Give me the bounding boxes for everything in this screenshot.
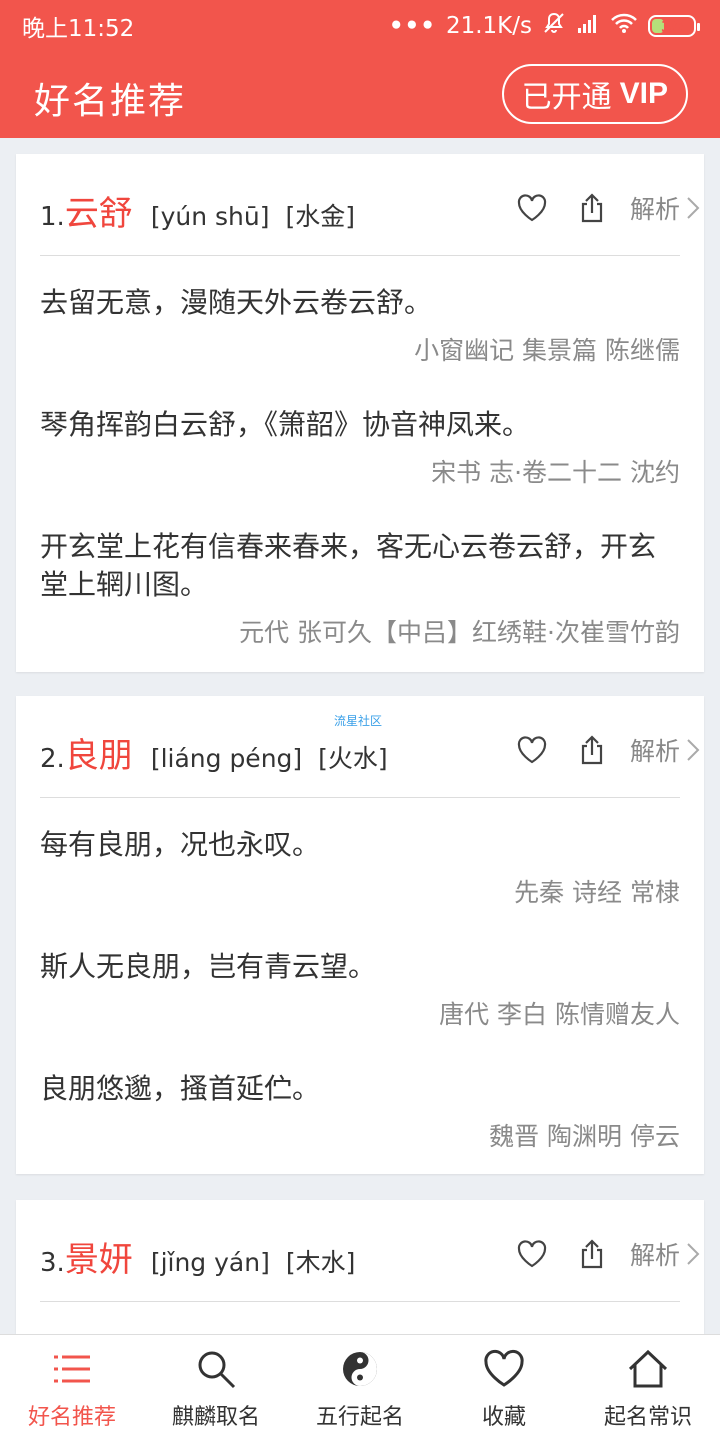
quote-line: 斯人无良朋，岂有青云望。 xyxy=(40,950,377,983)
card-actions: 解析 xyxy=(502,188,704,228)
card-actions: 解析 xyxy=(502,730,704,770)
analysis-link[interactable]: 解析 xyxy=(630,1236,700,1272)
network-speed: 21.1K/s xyxy=(445,13,532,39)
favorite-heart-icon[interactable] xyxy=(502,1234,562,1274)
name-title: 3. 景妍 [jǐng yán] [木水] xyxy=(40,1232,355,1281)
chevron-right-icon xyxy=(687,197,700,219)
wifi-icon xyxy=(610,12,638,40)
chevron-right-icon xyxy=(687,1243,700,1265)
name-index: 3. xyxy=(40,1248,65,1278)
nav-item-wuxing[interactable]: 五行起名 xyxy=(288,1335,432,1440)
nav-item-qilin[interactable]: 麒麟取名 xyxy=(144,1335,288,1440)
card-header: 3. 景妍 [jǐng yán] [木水] 解析 xyxy=(16,1200,704,1302)
more-dots: ••• xyxy=(388,13,436,39)
divider xyxy=(40,1301,680,1302)
name-index: 1. xyxy=(40,202,65,232)
share-icon[interactable] xyxy=(562,188,622,228)
name-card: 流星社区 2. 良朋 [liáng péng] [火水] 解析 每有良朋，况也永… xyxy=(16,696,704,1174)
vip-button[interactable]: 已开通 VIP xyxy=(501,64,688,124)
share-icon[interactable] xyxy=(562,730,622,770)
name-index: 2. xyxy=(40,744,65,774)
battery-icon: 30 xyxy=(648,15,700,37)
name-card: 1. 云舒 [yún shū] [水金] 解析 去留无意，漫随天外云卷云舒。 小… xyxy=(16,154,704,672)
nav-item-knowledge[interactable]: 起名常识 xyxy=(576,1335,720,1440)
page-title: 好名推荐 xyxy=(34,81,187,122)
name-card: 3. 景妍 [jǐng yán] [木水] 解析 xyxy=(16,1200,704,1334)
quote-line: 去留无意，漫随天外云卷云舒。 xyxy=(40,286,433,319)
analysis-label: 解析 xyxy=(629,195,680,224)
quote-item: 去留无意，漫随天外云卷云舒。 小窗幽记 集景篇 陈继儒 xyxy=(16,284,704,368)
quote-line: 每有良朋，况也永叹。 xyxy=(40,828,321,861)
mute-icon xyxy=(542,11,566,41)
nav-item-recommend[interactable]: 好名推荐 xyxy=(0,1335,144,1440)
status-time: 晚上11:52 xyxy=(22,16,135,42)
name-title: 2. 良朋 [liáng péng] [火水] xyxy=(40,728,388,777)
share-icon[interactable] xyxy=(562,1234,622,1274)
analysis-link[interactable]: 解析 xyxy=(630,732,700,768)
heart-icon xyxy=(482,1349,526,1393)
quote-source: 宋书 志·卷二十二 沈约 xyxy=(431,458,680,487)
vip-prefix: 已开通 xyxy=(521,81,612,114)
nav-label: 收藏 xyxy=(481,1405,526,1430)
card-header: 2. 良朋 [liáng péng] [火水] 解析 xyxy=(16,696,704,798)
nav-label: 麒麟取名 xyxy=(171,1405,260,1430)
favorite-heart-icon[interactable] xyxy=(502,730,562,770)
quote-item: 良朋悠邈，搔首延伫。 魏晋 陶渊明 停云 xyxy=(16,1070,704,1154)
quote-line: 琴角挥韵白云舒，《箫韶》协音神凤来。 xyxy=(40,408,531,441)
name-text: 云舒 xyxy=(64,194,133,234)
bottom-navigation: 好名推荐 麒麟取名 五行起名 收藏 起名常识 xyxy=(0,1334,720,1440)
card-actions: 解析 xyxy=(502,1234,704,1274)
analysis-label: 解析 xyxy=(629,737,680,766)
quote-source: 魏晋 陶渊明 停云 xyxy=(489,1122,680,1151)
nav-label: 五行起名 xyxy=(315,1405,404,1430)
search-icon xyxy=(194,1349,238,1393)
quote-item: 琴角挥韵白云舒，《箫韶》协音神凤来。 宋书 志·卷二十二 沈约 xyxy=(16,406,704,490)
quote-item: 开玄堂上花有信春来春来，客无心云卷云舒，开玄堂上辋川图。 元代 张可久【中吕】红… xyxy=(16,528,704,650)
analysis-link[interactable]: 解析 xyxy=(630,190,700,226)
quote-item: 每有良朋，况也永叹。 先秦 诗经 常棣 xyxy=(16,826,704,910)
quote-source: 先秦 诗经 常棣 xyxy=(514,878,680,907)
nav-label: 起名常识 xyxy=(603,1405,692,1430)
name-text: 景妍 xyxy=(64,1240,133,1280)
nav-item-favorites[interactable]: 收藏 xyxy=(432,1335,576,1440)
analysis-label: 解析 xyxy=(629,1241,680,1270)
name-title: 1. 云舒 [yún shū] [水金] xyxy=(40,186,355,235)
card-header: 1. 云舒 [yún shū] [水金] 解析 xyxy=(16,154,704,256)
favorite-heart-icon[interactable] xyxy=(502,188,562,228)
quote-item: 斯人无良朋，岂有青云望。 唐代 李白 陈情赠友人 xyxy=(16,948,704,1032)
vip-label: VIP xyxy=(619,77,668,110)
app-header: 晚上11:52 ••• 21.1K/s 30 好名推荐 已开通 VIP xyxy=(0,0,720,138)
signal-icon xyxy=(576,12,600,40)
quote-source: 唐代 李白 陈情赠友人 xyxy=(439,1000,680,1029)
quote-line: 开玄堂上花有信春来春来，客无心云卷云舒，开玄堂上辋川图。 xyxy=(40,530,657,601)
name-pinyin: [jǐng yán] xyxy=(150,1248,270,1277)
quote-source: 元代 张可久【中吕】红绣鞋·次崔雪竹韵 xyxy=(239,618,680,647)
name-wuxing: [火水] xyxy=(318,744,388,773)
divider xyxy=(40,797,680,798)
name-wuxing: [水金] xyxy=(285,202,355,231)
chevron-right-icon xyxy=(687,739,700,761)
divider xyxy=(40,255,680,256)
status-icons: ••• 21.1K/s 30 xyxy=(388,11,700,41)
name-pinyin: [yún shū] xyxy=(150,202,270,231)
name-text: 良朋 xyxy=(64,736,133,776)
status-bar: 晚上11:52 ••• 21.1K/s 30 xyxy=(0,0,720,52)
nav-label: 好名推荐 xyxy=(27,1405,116,1430)
list-icon xyxy=(50,1349,94,1393)
name-pinyin: [liáng péng] xyxy=(150,744,303,773)
name-wuxing: [木水] xyxy=(285,1248,356,1277)
yin-yang-icon xyxy=(338,1349,382,1393)
quote-line: 良朋悠邈，搔首延伫。 xyxy=(40,1072,321,1105)
quote-source: 小窗幽记 集景篇 陈继儒 xyxy=(414,336,680,365)
home-icon xyxy=(626,1349,670,1393)
